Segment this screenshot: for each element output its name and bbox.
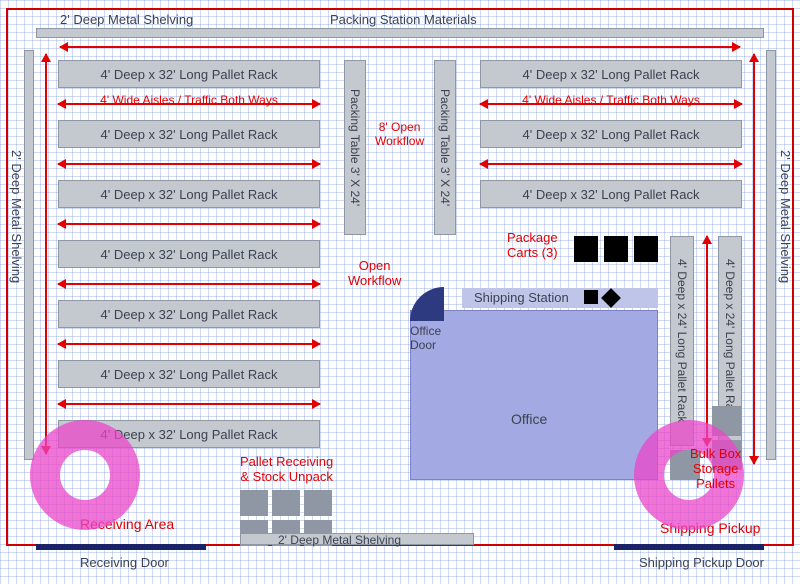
office-door-label: Office Door — [410, 324, 441, 352]
open-workflow: Open Workflow — [348, 258, 401, 288]
pallet-rack-left-6: 4' Deep x 32' Long Pallet Rack — [58, 360, 320, 388]
ship-item-square — [584, 290, 598, 304]
packing-materials-label: Packing Station Materials — [330, 12, 477, 27]
cart-1 — [574, 236, 598, 262]
aisle-arrow-l5 — [58, 343, 320, 345]
receiving-circle — [30, 420, 140, 530]
cart-3 — [634, 236, 658, 262]
shipping-door-label: Shipping Pickup Door — [639, 555, 764, 570]
right-shelving-label: 2' Deep Metal Shelving — [778, 150, 793, 283]
top-shelving-label: 2' Deep Metal Shelving — [60, 12, 193, 27]
shipping-station-label: Shipping Station — [474, 290, 569, 305]
pallet-receiving-label: Pallet Receiving & Stock Unpack — [240, 454, 333, 484]
aisle-arrow-l3 — [58, 223, 320, 225]
aisle-caption-r: 4' Wide Aisles / Traffic Both Ways — [522, 93, 700, 107]
pallet-rack-right-1: 4' Deep x 32' Long Pallet Rack — [480, 60, 742, 88]
packing-table-right: Packing Table 3' X 24' — [434, 60, 456, 235]
pallet-box-1 — [240, 490, 268, 516]
open-workflow-8: 8' Open Workflow — [375, 120, 424, 148]
office-box: Office — [410, 310, 658, 480]
bottom-shelving-label: 2' Deep Metal Shelving — [278, 533, 401, 547]
office-label: Office — [511, 411, 547, 427]
bulk-box-label: Bulk Box Storage Pallets — [690, 446, 741, 491]
aisle-arrow-l6 — [58, 403, 320, 405]
pallet-rack-left-5: 4' Deep x 32' Long Pallet Rack — [58, 300, 320, 328]
arrow-right-vertical — [753, 54, 755, 464]
left-shelf-bar — [24, 50, 34, 460]
pallet-rack-right-2: 4' Deep x 32' Long Pallet Rack — [480, 120, 742, 148]
aisle-arrow-l2 — [58, 163, 320, 165]
pallet-box-2 — [272, 490, 300, 516]
package-carts-label: Package Carts (3) — [507, 230, 558, 260]
top-shelf-bar — [36, 28, 764, 38]
cart-2 — [604, 236, 628, 262]
right-shelf-bar — [766, 50, 776, 460]
pallet-rack-left-1: 4' Deep x 32' Long Pallet Rack — [58, 60, 320, 88]
pallet-rack-left-3: 4' Deep x 32' Long Pallet Rack — [58, 180, 320, 208]
aisle-arrow-l1: 4' Wide Aisles / Traffic Both Ways — [58, 103, 320, 105]
aisle-arrow-r2 — [480, 163, 742, 165]
pallet-rack-right-3: 4' Deep x 32' Long Pallet Rack — [480, 180, 742, 208]
pallet-box-3 — [304, 490, 332, 516]
pallet-rack-left-4: 4' Deep x 32' Long Pallet Rack — [58, 240, 320, 268]
aisle-arrow-v1 — [706, 236, 708, 446]
arrow-top — [60, 46, 740, 48]
shipping-door-bar — [614, 544, 764, 550]
aisle-arrow-r1: 4' Wide Aisles / Traffic Both Ways — [480, 103, 742, 105]
pallet-rack-v-1: 4' Deep x 24' Long Pallet Rack — [670, 236, 694, 446]
left-shelving-label: 2' Deep Metal Shelving — [9, 150, 24, 283]
arrow-left-vertical — [45, 54, 47, 454]
receiving-door-bar — [36, 544, 206, 550]
aisle-caption-l: 4' Wide Aisles / Traffic Both Ways — [100, 93, 278, 107]
packing-table-left: Packing Table 3' X 24' — [344, 60, 366, 235]
pallet-rack-left-2: 4' Deep x 32' Long Pallet Rack — [58, 120, 320, 148]
aisle-arrow-l4 — [58, 283, 320, 285]
receiving-door-label: Receiving Door — [80, 555, 169, 570]
